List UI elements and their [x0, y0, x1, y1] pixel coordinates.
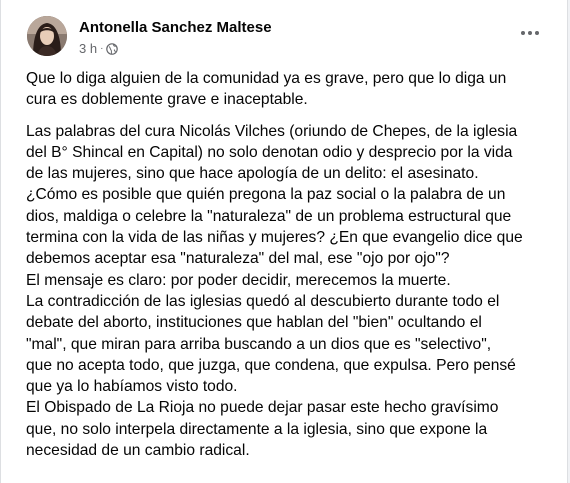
meta-separator: · — [100, 43, 104, 54]
more-dot — [521, 31, 525, 35]
post-paragraph-2: Las palabras del cura Nicolás Vilches (o… — [26, 122, 523, 460]
more-options-icon[interactable] — [515, 22, 545, 44]
more-dot — [535, 31, 539, 35]
post-text: Que lo diga alguien de la comunidad ya e… — [26, 68, 551, 461]
post-header: Antonella Sanchez Maltese 3 h · — [27, 16, 557, 60]
globe-icon[interactable] — [106, 42, 119, 55]
profile-photo — [27, 16, 67, 56]
post-card: Antonella Sanchez Maltese 3 h · Que lo d… — [0, 0, 568, 483]
post-meta: 3 h · — [79, 41, 119, 56]
more-dot — [528, 31, 532, 35]
post-paragraph-1: Que lo diga alguien de la comunidad ya e… — [26, 70, 507, 109]
avatar[interactable] — [27, 16, 67, 56]
author-name[interactable]: Antonella Sanchez Maltese — [79, 19, 272, 36]
post-time[interactable]: 3 h — [79, 41, 97, 56]
